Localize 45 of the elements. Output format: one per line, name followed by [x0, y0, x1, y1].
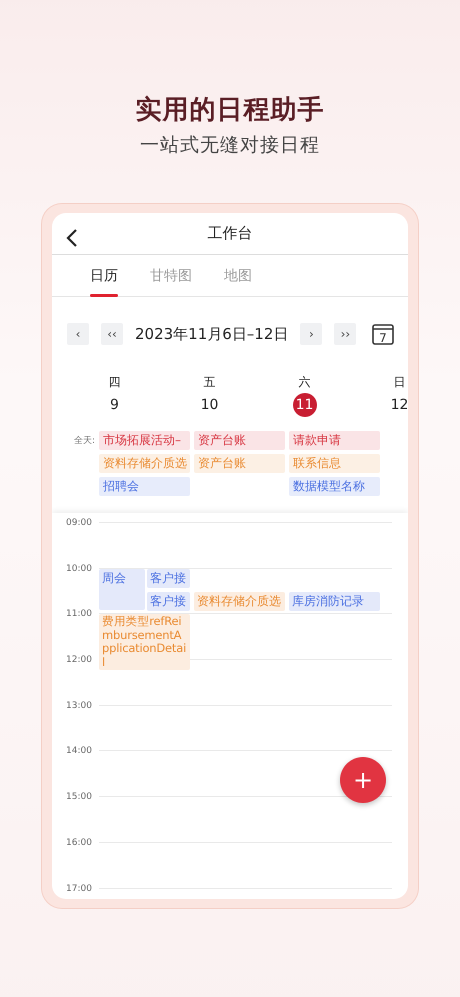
- event-chip[interactable]: 市场拓展活动–: [99, 431, 190, 450]
- tab[interactable]: 地图: [224, 255, 252, 297]
- next-week-button[interactable]: ›: [300, 323, 322, 345]
- weekday-label: 日: [394, 374, 406, 391]
- event-block[interactable]: 库房消防记录: [289, 592, 380, 611]
- event-chip[interactable]: 联系信息: [289, 454, 380, 473]
- time-label: 10:00: [65, 562, 93, 576]
- time-label: 12:00: [65, 654, 93, 668]
- time-label: 15:00: [65, 791, 93, 804]
- tab[interactable]: 甘特图: [150, 255, 192, 297]
- event-chip[interactable]: 资产台账: [194, 454, 285, 473]
- event-chip[interactable]: 资料存储介质选: [99, 454, 190, 473]
- tab[interactable]: 日历: [90, 255, 118, 297]
- time-label: 14:00: [65, 745, 93, 758]
- event-chip[interactable]: 数据模型名称: [289, 477, 380, 496]
- day-number[interactable]: 10: [198, 393, 222, 417]
- headline: 实用的日程助手: [134, 94, 326, 127]
- today-button[interactable]: 7: [372, 323, 394, 345]
- event-chip[interactable]: 招聘会: [99, 477, 190, 496]
- event-block[interactable]: 客户接: [147, 592, 190, 611]
- time-label: 11:00: [65, 608, 93, 622]
- previous-month-button[interactable]: ‹‹: [101, 323, 123, 345]
- day-number[interactable]: 11: [292, 393, 316, 417]
- weekday-label: 六: [298, 374, 310, 391]
- weekday-label: 五: [204, 374, 216, 391]
- all-day-label: 全天:: [74, 436, 95, 446]
- day-number[interactable]: 12: [388, 393, 408, 417]
- next-month-button[interactable]: ››: [334, 323, 356, 345]
- event-block[interactable]: 周会: [99, 569, 145, 610]
- event-block[interactable]: 费用类型refReimbursementApplicationDetail: [99, 614, 190, 670]
- add-button[interactable]: +: [340, 757, 386, 803]
- event-chip[interactable]: 请款申请: [289, 431, 380, 450]
- day-number[interactable]: 9: [102, 393, 126, 417]
- event-chip[interactable]: 资产台账: [194, 431, 285, 450]
- weekday-label: 四: [108, 374, 120, 391]
- app-bar-title: 工作台: [208, 223, 252, 244]
- event-block[interactable]: 资料存储介质选: [194, 592, 285, 611]
- time-label: 17:00: [65, 882, 93, 896]
- previous-week-button[interactable]: ‹: [67, 323, 89, 345]
- date-range: 2023年11月6日–12日: [135, 324, 288, 345]
- time-label: 16:00: [65, 836, 93, 850]
- subheadline: 一站式无缝对接日程: [139, 133, 321, 158]
- time-label: 09:00: [65, 517, 93, 530]
- time-label: 13:00: [65, 700, 93, 713]
- event-block[interactable]: 客户接: [147, 569, 190, 588]
